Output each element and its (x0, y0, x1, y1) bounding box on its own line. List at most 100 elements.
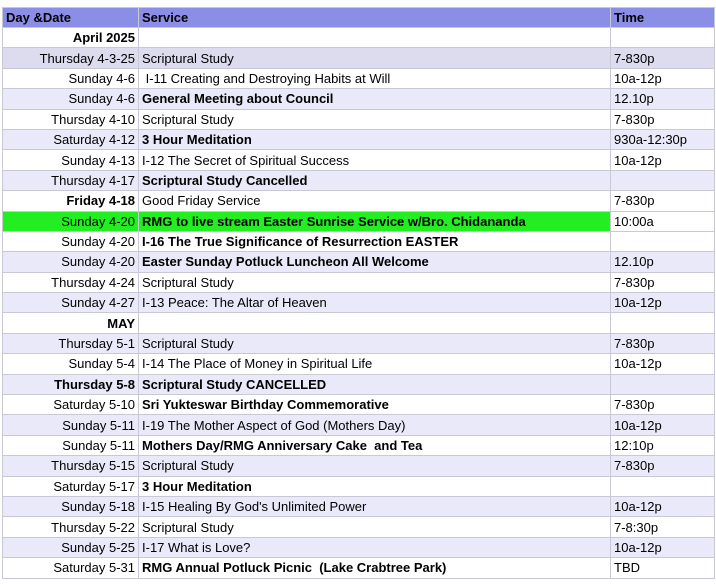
cell-day-date: Thursday 4-17 (2, 169, 139, 192)
cell-day-date: Thursday 5-8 (2, 373, 139, 396)
cell-service: Scriptural Study Cancelled (138, 169, 611, 192)
table-row: Sunday 4-20 Easter Sunday Potluck Luncheo… (2, 251, 715, 273)
cell-service: Sri Yukteswar Birthday Commemorative (138, 394, 611, 416)
table-row: Saturday 5-17 3 Hour Meditation (2, 475, 715, 497)
cell-service: Mothers Day/RMG Anniversary Cake and Tea (138, 434, 611, 457)
cell-day-date: Thursday 5-1 (2, 332, 139, 355)
cell-service: Scriptural Study (138, 271, 611, 294)
cell-day-date: Sunday 4-27 (2, 292, 139, 314)
cell-time (610, 230, 715, 253)
cell-time (610, 373, 715, 396)
cell-time: 10a-12p (610, 67, 715, 90)
cell-time (610, 169, 715, 192)
cell-service: 3 Hour Meditation (138, 475, 611, 497)
cell-time: 12:10p (610, 434, 715, 457)
table-row: Thursday 5-8 Scriptural Study CANCELLED (2, 373, 715, 396)
cell-time: 7-830p (610, 332, 715, 355)
cell-time: 10a-12p (610, 149, 715, 171)
cell-day-date: Thursday 5-22 (2, 516, 139, 538)
cell-service: I-19 The Mother Aspect of God (Mothers D… (138, 414, 611, 436)
cell-time: 930a-12:30p (610, 128, 715, 151)
cell-service: RMG Annual Potluck Picnic (Lake Crabtree… (138, 557, 611, 579)
cell-time: 7-830p (610, 190, 715, 212)
cell-day-date: Sunday 4-13 (2, 149, 139, 171)
cell-day-date: Friday 4-18 (2, 190, 139, 212)
table-row: Saturday 5-31 RMG Annual Potluck Picnic (… (2, 557, 715, 579)
cell-service: Scriptural Study (138, 108, 611, 130)
header-row: Day &Date Service Time (2, 7, 715, 28)
cell-service: Easter Sunday Potluck Luncheon All Welco… (138, 251, 611, 273)
cell-service: Scriptural Study (138, 47, 611, 69)
table-row: Thursday 5-22 Scriptural Study 7-8:30p (2, 516, 715, 538)
header-date: Day &Date (2, 7, 139, 28)
table-row: Sunday 5-11 Mothers Day/RMG Anniversary C… (2, 434, 715, 457)
table-row: Thursday 4-3-25 Scriptural Study 7-830p (2, 47, 715, 69)
table-row: Sunday 4-6 General Meeting about Council 1… (2, 88, 715, 110)
cell-time: 10a-12p (610, 353, 715, 375)
header-time: Time (610, 7, 715, 28)
table-row: Sunday 5-11 I-19 The Mother Aspect of God… (2, 414, 715, 436)
cell-day-date: Sunday 4-20 (2, 230, 139, 253)
cell-day-date: Saturday 5-31 (2, 557, 139, 579)
cell-time: 10a-12p (610, 292, 715, 314)
cell-day-date: Sunday 5-11 (2, 414, 139, 436)
table-row: Sunday 4-20 I-16 The True Significance of… (2, 230, 715, 253)
cell-service: I-17 What is Love? (138, 536, 611, 559)
cell-time: 7-830p (610, 455, 715, 477)
header-service: Service (138, 7, 611, 28)
cell-time: 10a-12p (610, 495, 715, 518)
cell-service: I-16 The True Significance of Resurrecti… (138, 230, 611, 253)
table-row: Sunday 4-27 I-13 Peace: The Altar of Heav… (2, 292, 715, 314)
cell-service: I-13 Peace: The Altar of Heaven (138, 292, 611, 314)
cell-day-date: Sunday 4-20 (2, 210, 139, 232)
cell-day-date: Saturday 5-10 (2, 394, 139, 416)
table-row: Sunday 5-18 I-15 Healing By God's Unlimit… (2, 495, 715, 518)
table-row: Thursday 4-10 Scriptural Study 7-830p (2, 108, 715, 130)
table-row: Sunday 4-13 I-12 The Secret of Spiritual … (2, 149, 715, 171)
table-row: Thursday 5-1 Scriptural Study 7-830p (2, 332, 715, 355)
cell-service: I-11 Creating and Destroying Habits at W… (138, 67, 611, 90)
cell-service: Scriptural Study (138, 455, 611, 477)
cell-service: RMG to live stream Easter Sunrise Servic… (138, 210, 611, 232)
table-row: Sunday 4-6 I-11 Creating and Destroying … (2, 67, 715, 90)
cell-time: 7-830p (610, 394, 715, 416)
cell-service: I-12 The Secret of Spiritual Success (138, 149, 611, 171)
cell-day-date: April 2025 (2, 26, 139, 49)
cell-time (610, 312, 715, 334)
cell-time: 7-830p (610, 108, 715, 130)
table-row: MAY (2, 312, 715, 334)
cell-day-date: MAY (2, 312, 139, 334)
cell-time: TBD (610, 557, 715, 579)
cell-day-date: Sunday 5-18 (2, 495, 139, 518)
cell-day-date: Sunday 5-11 (2, 434, 139, 457)
cell-service: Scriptural Study (138, 332, 611, 355)
cell-day-date: Thursday 5-15 (2, 455, 139, 477)
cell-day-date: Thursday 4-24 (2, 271, 139, 294)
cell-day-date: Saturday 4-12 (2, 128, 139, 151)
cell-time: 7-830p (610, 47, 715, 69)
cell-time: 10a-12p (610, 536, 715, 559)
cell-time: 10a-12p (610, 414, 715, 436)
cell-time: 12.10p (610, 88, 715, 110)
cell-time (610, 475, 715, 497)
table-row: Saturday 4-12 3 Hour Meditation 930a-12:30… (2, 128, 715, 151)
cell-time: 7-8:30p (610, 516, 715, 538)
cell-service: Good Friday Service (138, 190, 611, 212)
cell-service: Scriptural Study CANCELLED (138, 373, 611, 396)
cell-service (138, 312, 611, 334)
schedule-table: Day &Date Service Time April 2025 Thursda… (2, 7, 715, 579)
table-row: Sunday 5-25 I-17 What is Love? 10a-12p (2, 536, 715, 559)
cell-service: I-14 The Place of Money in Spiritual Lif… (138, 353, 611, 375)
cell-service: I-15 Healing By God's Unlimited Power (138, 495, 611, 518)
table-row: Thursday 4-24 Scriptural Study 7-830p (2, 271, 715, 294)
cell-day-date: Sunday 5-25 (2, 536, 139, 559)
cell-service: Scriptural Study (138, 516, 611, 538)
cell-time: 7-830p (610, 271, 715, 294)
table-row: Friday 4-18 Good Friday Service 7-830p (2, 190, 715, 212)
cell-day-date: Sunday 4-6 (2, 67, 139, 90)
cell-day-date: Thursday 4-10 (2, 108, 139, 130)
table-row: Thursday 5-15 Scriptural Study 7-830p (2, 455, 715, 477)
cell-time: 12.10p (610, 251, 715, 273)
table-row: Saturday 5-10 Sri Yukteswar Birthday Comm… (2, 394, 715, 416)
cell-day-date: Sunday 4-6 (2, 88, 139, 110)
